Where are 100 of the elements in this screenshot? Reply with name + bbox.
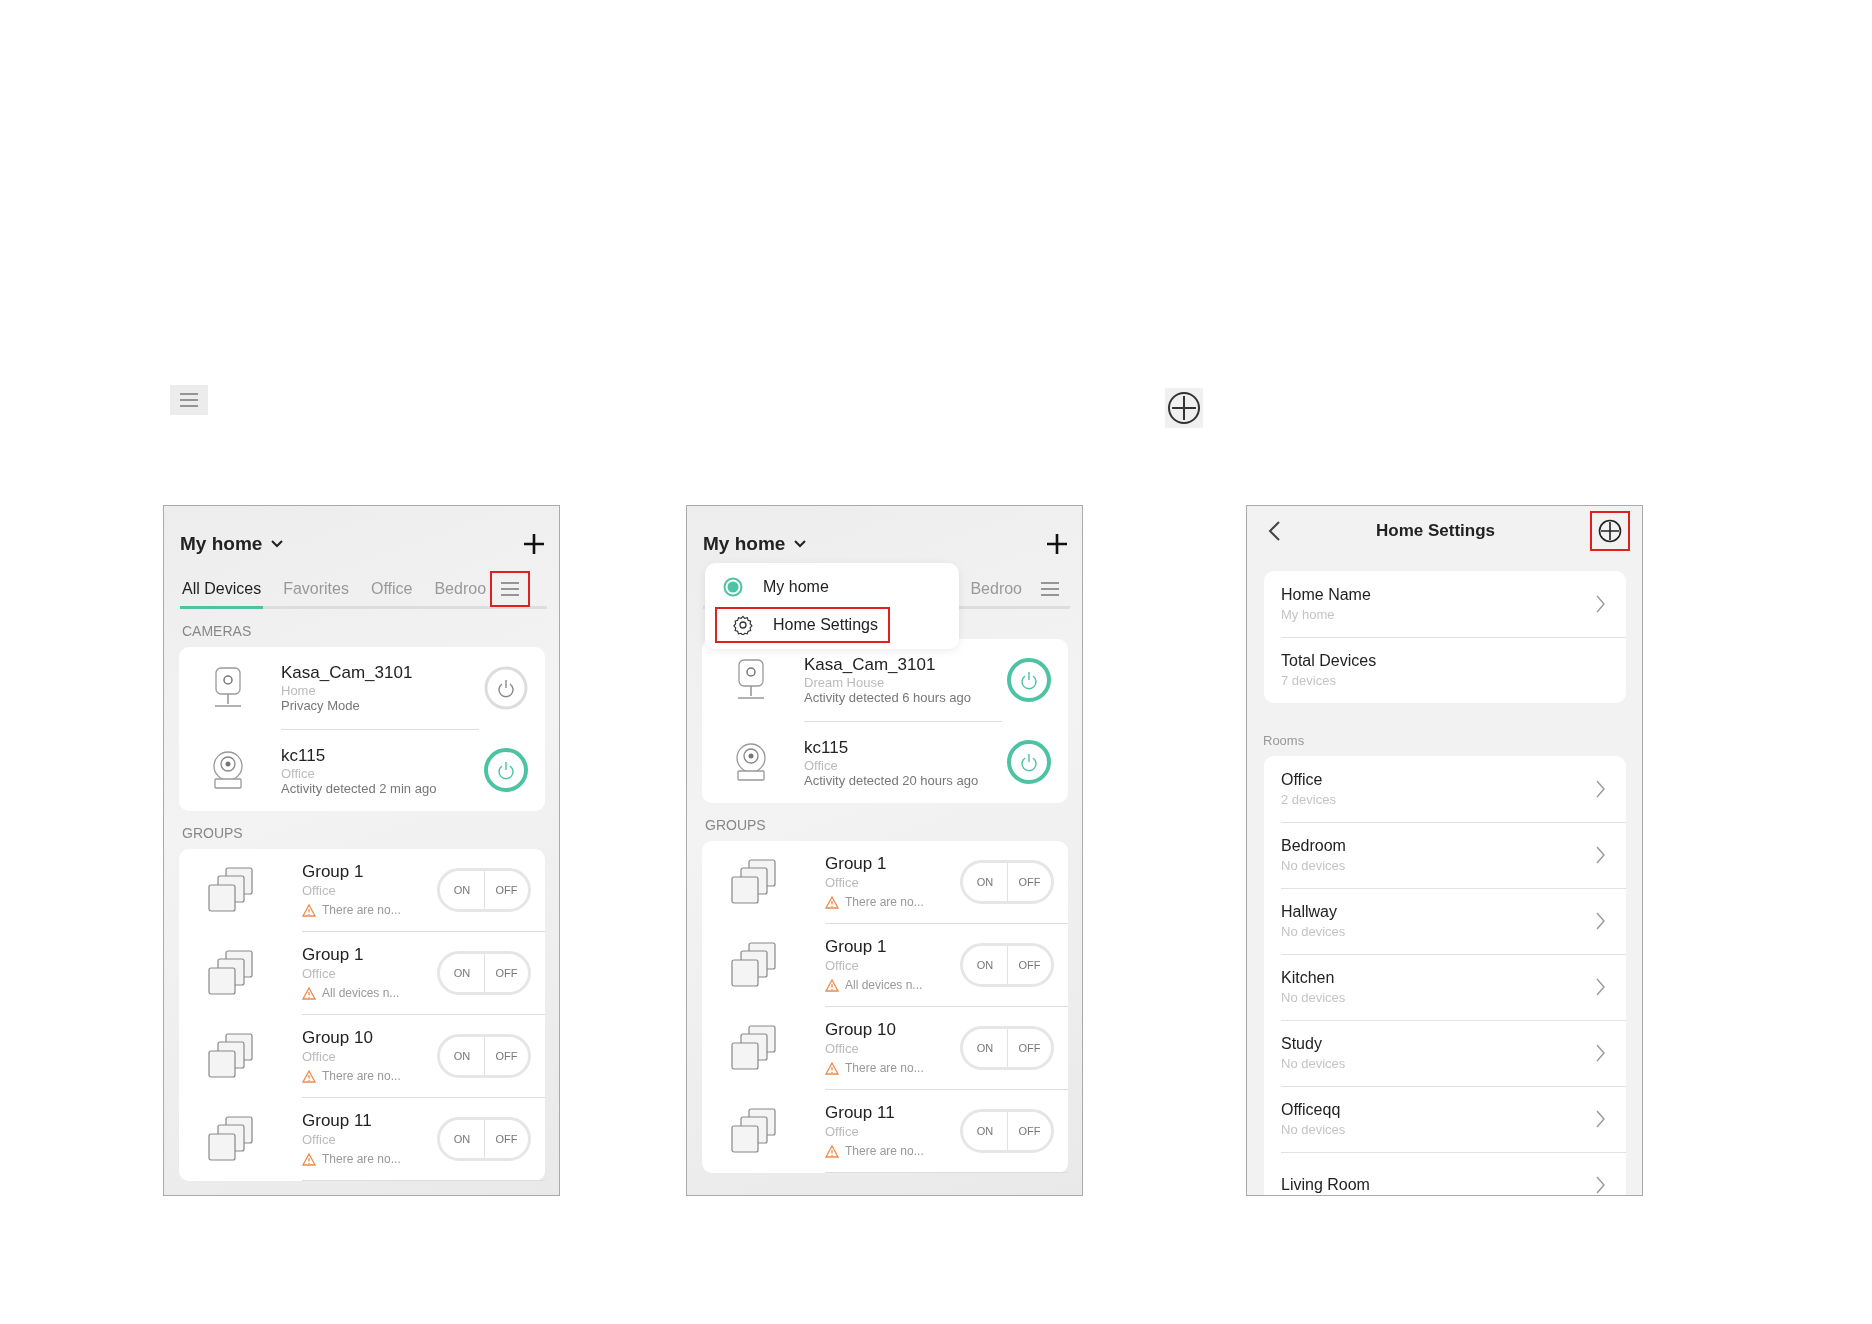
group-name: Group 1 — [825, 937, 887, 957]
warning-icon — [302, 903, 316, 917]
settings-icon — [733, 615, 753, 635]
group-room: Office — [302, 966, 336, 981]
add-icon — [1598, 519, 1622, 543]
on-button[interactable]: ON — [963, 946, 1007, 984]
group-room: Office — [825, 875, 859, 890]
camera-status: Activity detected 2 min ago — [281, 780, 437, 796]
off-button[interactable]: OFF — [484, 1120, 528, 1158]
on-button[interactable]: ON — [963, 863, 1007, 901]
camera-name: kc115 — [804, 737, 849, 758]
group-room: Office — [302, 883, 336, 898]
menu-item[interactable]: My home — [705, 569, 841, 605]
group-icon — [729, 1024, 779, 1072]
group-name: Group 1 — [302, 862, 364, 882]
row-subtitle: No devices — [1281, 858, 1347, 873]
settings-row[interactable]: Office 2 devices — [1264, 756, 1626, 822]
group-name: Group 1 — [302, 945, 364, 965]
row-subtitle: 7 devices — [1281, 673, 1337, 688]
group-name: Group 10 — [825, 1020, 896, 1040]
section-label: Rooms — [1262, 732, 1306, 748]
off-button[interactable]: OFF — [1007, 1029, 1051, 1067]
warning-icon — [302, 1152, 316, 1166]
group-name: Group 1 — [825, 854, 887, 874]
section-label: GROUPS — [704, 816, 767, 835]
group-name: Group 10 — [302, 1028, 373, 1048]
row-subtitle: No devices — [1281, 924, 1347, 939]
row-title: Officeqq — [1281, 1101, 1342, 1119]
off-button[interactable]: OFF — [484, 954, 528, 992]
settings-row[interactable]: Home Name My home — [1264, 571, 1626, 637]
settings-row[interactable]: Bedroom No devices — [1264, 822, 1626, 888]
camera-status: Activity detected 6 hours ago — [804, 690, 971, 705]
home-selector[interactable]: My home — [180, 533, 263, 555]
warning-text: All devices n... — [845, 978, 923, 992]
settings-row[interactable]: Total Devices 7 devices — [1264, 637, 1626, 703]
row-title: Kitchen — [1281, 969, 1336, 987]
settings-row[interactable]: Kitchen No devices — [1264, 954, 1626, 1020]
tab[interactable]: Bedroo — [968, 572, 1024, 609]
off-button[interactable]: OFF — [1007, 946, 1051, 984]
camera-icon — [734, 740, 768, 784]
warning-text: There are no... — [322, 1069, 401, 1083]
settings-row[interactable]: Living Room — [1264, 1152, 1626, 1195]
warning-text: There are no... — [322, 903, 401, 917]
group-icon — [729, 941, 779, 989]
group-icon — [729, 1107, 779, 1155]
menu-icon — [170, 385, 208, 415]
chevron-down-icon[interactable] — [270, 539, 285, 549]
warning-icon — [302, 1069, 316, 1083]
warning-icon — [825, 978, 839, 992]
settings-row[interactable]: Officeqq No devices — [1264, 1086, 1626, 1152]
warning-text: There are no... — [845, 1144, 924, 1158]
menu-item[interactable]: Home Settings — [715, 607, 890, 643]
row-title: Study — [1281, 1035, 1323, 1053]
tab[interactable]: Office — [368, 572, 415, 609]
add-button[interactable] — [1590, 511, 1630, 551]
camera-icon — [211, 748, 245, 792]
row-title: Bedroom — [1281, 837, 1347, 855]
off-button[interactable]: OFF — [484, 871, 528, 909]
on-button[interactable]: ON — [440, 1037, 484, 1075]
off-button[interactable]: OFF — [484, 1037, 528, 1075]
chevron-down-icon[interactable] — [793, 539, 808, 549]
warning-text: There are no... — [845, 1061, 924, 1075]
warning-icon — [825, 895, 839, 909]
row-title: Living Room — [1281, 1176, 1371, 1194]
screen-title: Home Settings — [1375, 521, 1496, 541]
group-room: Office — [825, 1124, 859, 1139]
menu-icon — [1040, 581, 1060, 597]
camera-name: Kasa_Cam_3101 — [281, 663, 413, 683]
tab[interactable]: Favorites — [281, 572, 351, 609]
home-selector[interactable]: My home — [703, 533, 786, 555]
group-icon — [729, 858, 779, 906]
on-button[interactable]: ON — [440, 954, 484, 992]
camera-status: Privacy Mode — [281, 698, 360, 713]
row-subtitle: No devices — [1281, 1056, 1347, 1071]
row-subtitle: My home — [1281, 607, 1336, 622]
row-title: Home Name — [1281, 586, 1372, 604]
off-button[interactable]: OFF — [1007, 863, 1051, 901]
warning-text: There are no... — [845, 895, 924, 909]
tab[interactable]: Bedroo — [432, 572, 489, 609]
on-button[interactable]: ON — [440, 871, 484, 909]
on-button[interactable]: ON — [963, 1029, 1007, 1067]
add-icon[interactable] — [523, 533, 545, 555]
back-icon[interactable] — [1267, 520, 1281, 542]
on-button[interactable]: ON — [963, 1112, 1007, 1150]
group-icon — [206, 866, 256, 914]
menu-button[interactable] — [490, 571, 531, 607]
group-icon — [206, 1032, 256, 1080]
settings-row[interactable]: Study No devices — [1264, 1020, 1626, 1086]
row-subtitle: 2 devices — [1281, 792, 1337, 807]
off-button[interactable]: OFF — [1007, 1112, 1051, 1150]
section-label: GROUPS — [181, 824, 244, 843]
on-button[interactable]: ON — [440, 1120, 484, 1158]
group-room: Office — [825, 1041, 859, 1056]
group-name: Group 11 — [825, 1103, 895, 1123]
row-title: Hallway — [1281, 903, 1338, 921]
tab[interactable]: All Devices — [180, 572, 264, 609]
camera-room: Office — [281, 765, 315, 781]
add-icon[interactable] — [1046, 533, 1068, 555]
settings-row[interactable]: Hallway No devices — [1264, 888, 1626, 954]
warning-icon — [825, 1061, 839, 1075]
